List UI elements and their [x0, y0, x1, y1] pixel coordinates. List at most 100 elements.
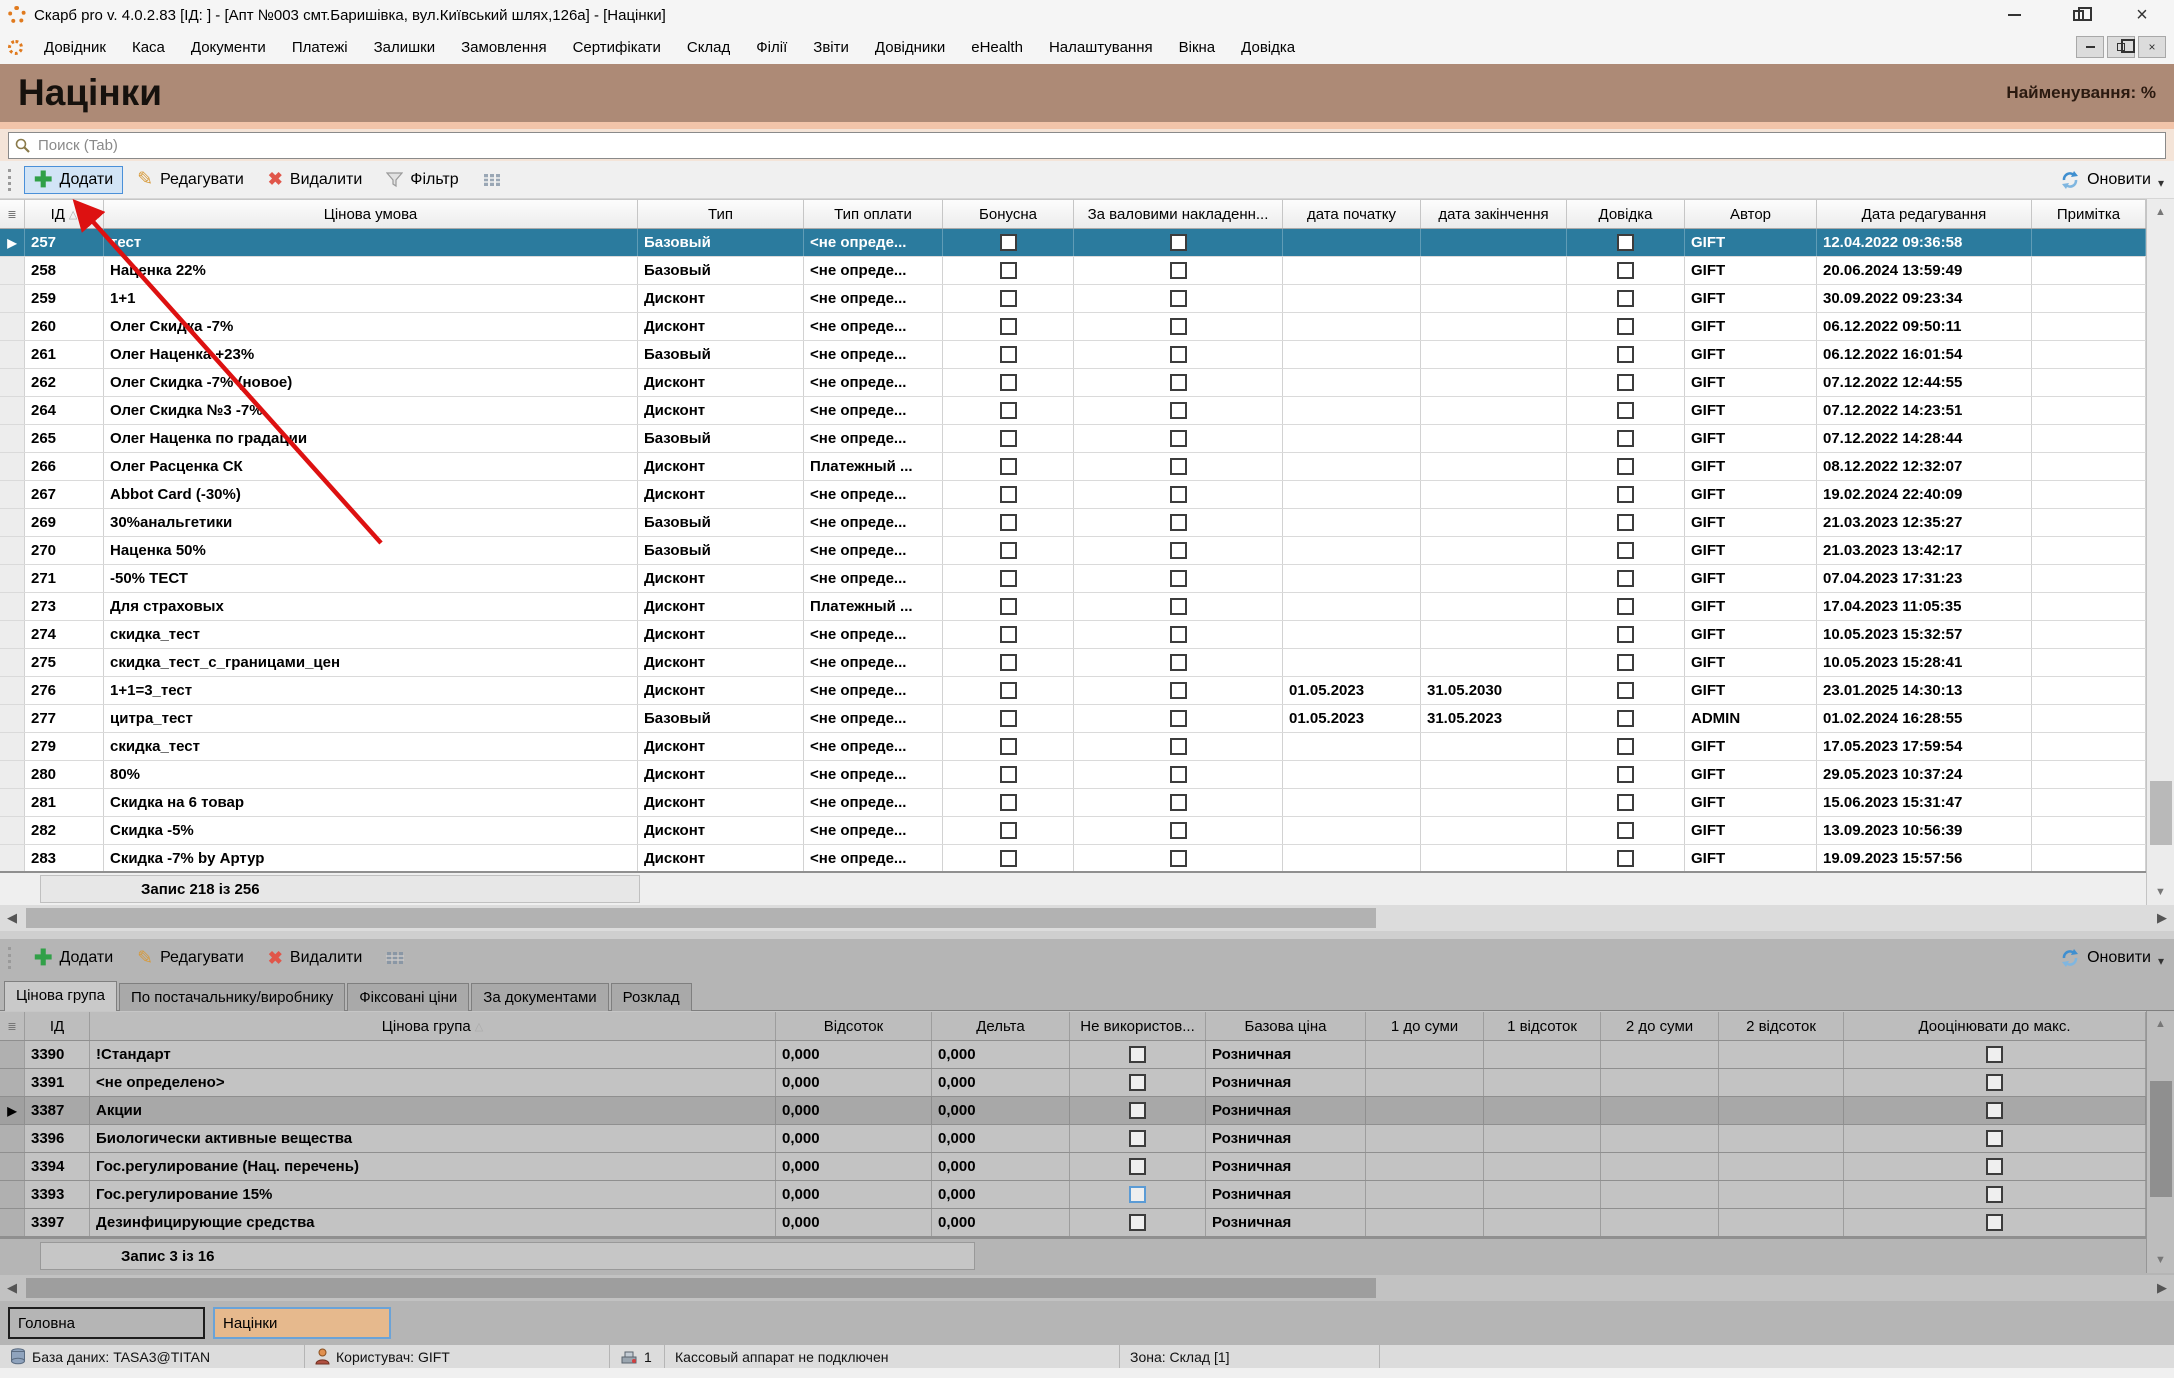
- checkbox[interactable]: [1170, 402, 1187, 419]
- table-row[interactable]: 265Олег Наценка по градацииБазовый<не оп…: [0, 425, 2146, 453]
- table-row[interactable]: 261Олег Наценка +23%Базовый<не опреде...…: [0, 341, 2146, 369]
- columns-button-bottom[interactable]: [376, 945, 414, 971]
- checkbox[interactable]: [1000, 682, 1017, 699]
- column-header-10[interactable]: 2 відсоток: [1719, 1012, 1844, 1040]
- column-header-11[interactable]: Дата редагування: [1817, 200, 2032, 228]
- checkbox[interactable]: [1000, 542, 1017, 559]
- window-tab-Націнки[interactable]: Націнки: [213, 1307, 391, 1339]
- checkbox[interactable]: [1000, 402, 1017, 419]
- refresh-button-bottom[interactable]: Оновити ▾: [2060, 948, 2174, 968]
- menu-item-Звіти[interactable]: Звіти: [800, 39, 862, 56]
- checkbox[interactable]: [1170, 374, 1187, 391]
- checkbox[interactable]: [1000, 710, 1017, 727]
- column-header-6[interactable]: За валовими накладенн...: [1074, 200, 1283, 228]
- menu-item-Сертифікати[interactable]: Сертифікати: [560, 39, 674, 56]
- window-tab-Головна[interactable]: Головна: [8, 1307, 205, 1339]
- checkbox[interactable]: [1617, 514, 1634, 531]
- checkbox[interactable]: [1000, 626, 1017, 643]
- mdi-minimize-button[interactable]: [2076, 36, 2104, 58]
- vertical-scroll-thumb[interactable]: [2150, 1081, 2172, 1197]
- checkbox[interactable]: [1617, 710, 1634, 727]
- checkbox[interactable]: [1000, 486, 1017, 503]
- toolbar-drag-handle[interactable]: [8, 947, 14, 969]
- column-header-5[interactable]: Не використов...: [1070, 1012, 1206, 1040]
- checkbox[interactable]: [1170, 346, 1187, 363]
- checkbox[interactable]: [1000, 514, 1017, 531]
- column-header-9[interactable]: 2 до суми: [1601, 1012, 1719, 1040]
- conditions-horizontal-scrollbar[interactable]: ◀ ▶: [0, 905, 2174, 931]
- menu-item-Довідка[interactable]: Довідка: [1228, 39, 1308, 56]
- chevron-down-icon[interactable]: ▾: [2158, 176, 2164, 190]
- column-header-5[interactable]: Бонусна: [943, 200, 1074, 228]
- tab-Цінова група[interactable]: Цінова група: [4, 981, 117, 1011]
- scroll-right-icon[interactable]: ▶: [2150, 1275, 2174, 1301]
- table-row[interactable]: 281Скидка на 6 товарДисконт<не опреде...…: [0, 789, 2146, 817]
- checkbox[interactable]: [1617, 318, 1634, 335]
- checkbox[interactable]: [1170, 430, 1187, 447]
- menu-item-Вікна[interactable]: Вікна: [1166, 39, 1229, 56]
- checkbox[interactable]: [1986, 1186, 2003, 1203]
- column-header-7[interactable]: дата початку: [1283, 200, 1421, 228]
- checkbox[interactable]: [1000, 570, 1017, 587]
- table-row[interactable]: 3397Дезинфицирующие средства0,0000,000Ро…: [0, 1209, 2146, 1237]
- checkbox[interactable]: [1617, 234, 1634, 251]
- column-header-10[interactable]: Автор: [1685, 200, 1817, 228]
- checkbox[interactable]: [1170, 514, 1187, 531]
- checkbox[interactable]: [1129, 1186, 1146, 1203]
- checkbox[interactable]: [1170, 318, 1187, 335]
- column-header-9[interactable]: Довідка: [1567, 200, 1685, 228]
- column-header-2[interactable]: Цінова умова: [104, 200, 638, 228]
- table-row[interactable]: 3396Биологически активные вещества0,0000…: [0, 1125, 2146, 1153]
- checkbox[interactable]: [1617, 402, 1634, 419]
- table-row[interactable]: 267Abbot Card (-30%)Дисконт<не опреде...…: [0, 481, 2146, 509]
- scroll-left-icon[interactable]: ◀: [0, 1275, 24, 1301]
- menu-item-Каса[interactable]: Каса: [119, 39, 178, 56]
- checkbox[interactable]: [1617, 850, 1634, 867]
- horizontal-scroll-thumb[interactable]: [26, 1278, 1376, 1298]
- checkbox[interactable]: [1170, 682, 1187, 699]
- checkbox[interactable]: [1170, 262, 1187, 279]
- menu-item-Документи[interactable]: Документи: [178, 39, 279, 56]
- scroll-up-icon[interactable]: ▲: [2147, 199, 2174, 225]
- add-button-bottom[interactable]: ✚ Додати: [24, 944, 123, 972]
- search-input[interactable]: [36, 136, 2165, 155]
- table-row[interactable]: 2761+1=3_тестДисконт<не опреде...01.05.2…: [0, 677, 2146, 705]
- table-row[interactable]: 3391<не определено>0,0000,000Розничная: [0, 1069, 2146, 1097]
- menu-item-Довідники[interactable]: Довідники: [862, 39, 958, 56]
- table-row[interactable]: 262Олег Скидка -7% (новое)Дисконт<не опр…: [0, 369, 2146, 397]
- checkbox[interactable]: [1617, 486, 1634, 503]
- checkbox[interactable]: [1129, 1214, 1146, 1231]
- checkbox[interactable]: [1986, 1074, 2003, 1091]
- checkbox[interactable]: [1170, 654, 1187, 671]
- column-header-4[interactable]: Дельта: [932, 1012, 1070, 1040]
- checkbox[interactable]: [1000, 290, 1017, 307]
- checkbox[interactable]: [1000, 458, 1017, 475]
- scroll-down-icon[interactable]: ▼: [2147, 1247, 2174, 1273]
- checkbox[interactable]: [1000, 346, 1017, 363]
- checkbox[interactable]: [1129, 1158, 1146, 1175]
- column-header-4[interactable]: Тип оплати: [804, 200, 943, 228]
- checkbox[interactable]: [1170, 822, 1187, 839]
- conditions-vertical-scrollbar[interactable]: ▲ ▼: [2146, 199, 2174, 905]
- restore-button[interactable]: [2046, 0, 2110, 30]
- column-header-1[interactable]: ІД△: [25, 200, 104, 228]
- checkbox[interactable]: [1617, 458, 1634, 475]
- vertical-scroll-thumb[interactable]: [2150, 781, 2172, 845]
- column-header-7[interactable]: 1 до суми: [1366, 1012, 1484, 1040]
- table-row[interactable]: 270Наценка 50%Базовый<не опреде...GIFT21…: [0, 537, 2146, 565]
- checkbox[interactable]: [1617, 290, 1634, 307]
- checkbox[interactable]: [1170, 850, 1187, 867]
- price-groups-vertical-scrollbar[interactable]: ▲ ▼: [2146, 1011, 2174, 1273]
- column-header-11[interactable]: Дооцінювати до макс.: [1844, 1012, 2146, 1040]
- checkbox[interactable]: [1170, 598, 1187, 615]
- minimize-button[interactable]: [1982, 0, 2046, 30]
- table-row[interactable]: 275скидка_тест_с_границами_ценДисконт<не…: [0, 649, 2146, 677]
- table-row[interactable]: 264Олег Скидка №3 -7%Дисконт<не опреде..…: [0, 397, 2146, 425]
- column-header-3[interactable]: Тип: [638, 200, 804, 228]
- scroll-right-icon[interactable]: ▶: [2150, 905, 2174, 931]
- checkbox[interactable]: [1129, 1102, 1146, 1119]
- mdi-restore-button[interactable]: [2107, 36, 2135, 58]
- mdi-close-button[interactable]: ×: [2138, 36, 2166, 58]
- delete-button[interactable]: ✖ Видалити: [258, 164, 372, 195]
- tab-По постачальнику/виробнику[interactable]: По постачальнику/виробнику: [119, 983, 345, 1011]
